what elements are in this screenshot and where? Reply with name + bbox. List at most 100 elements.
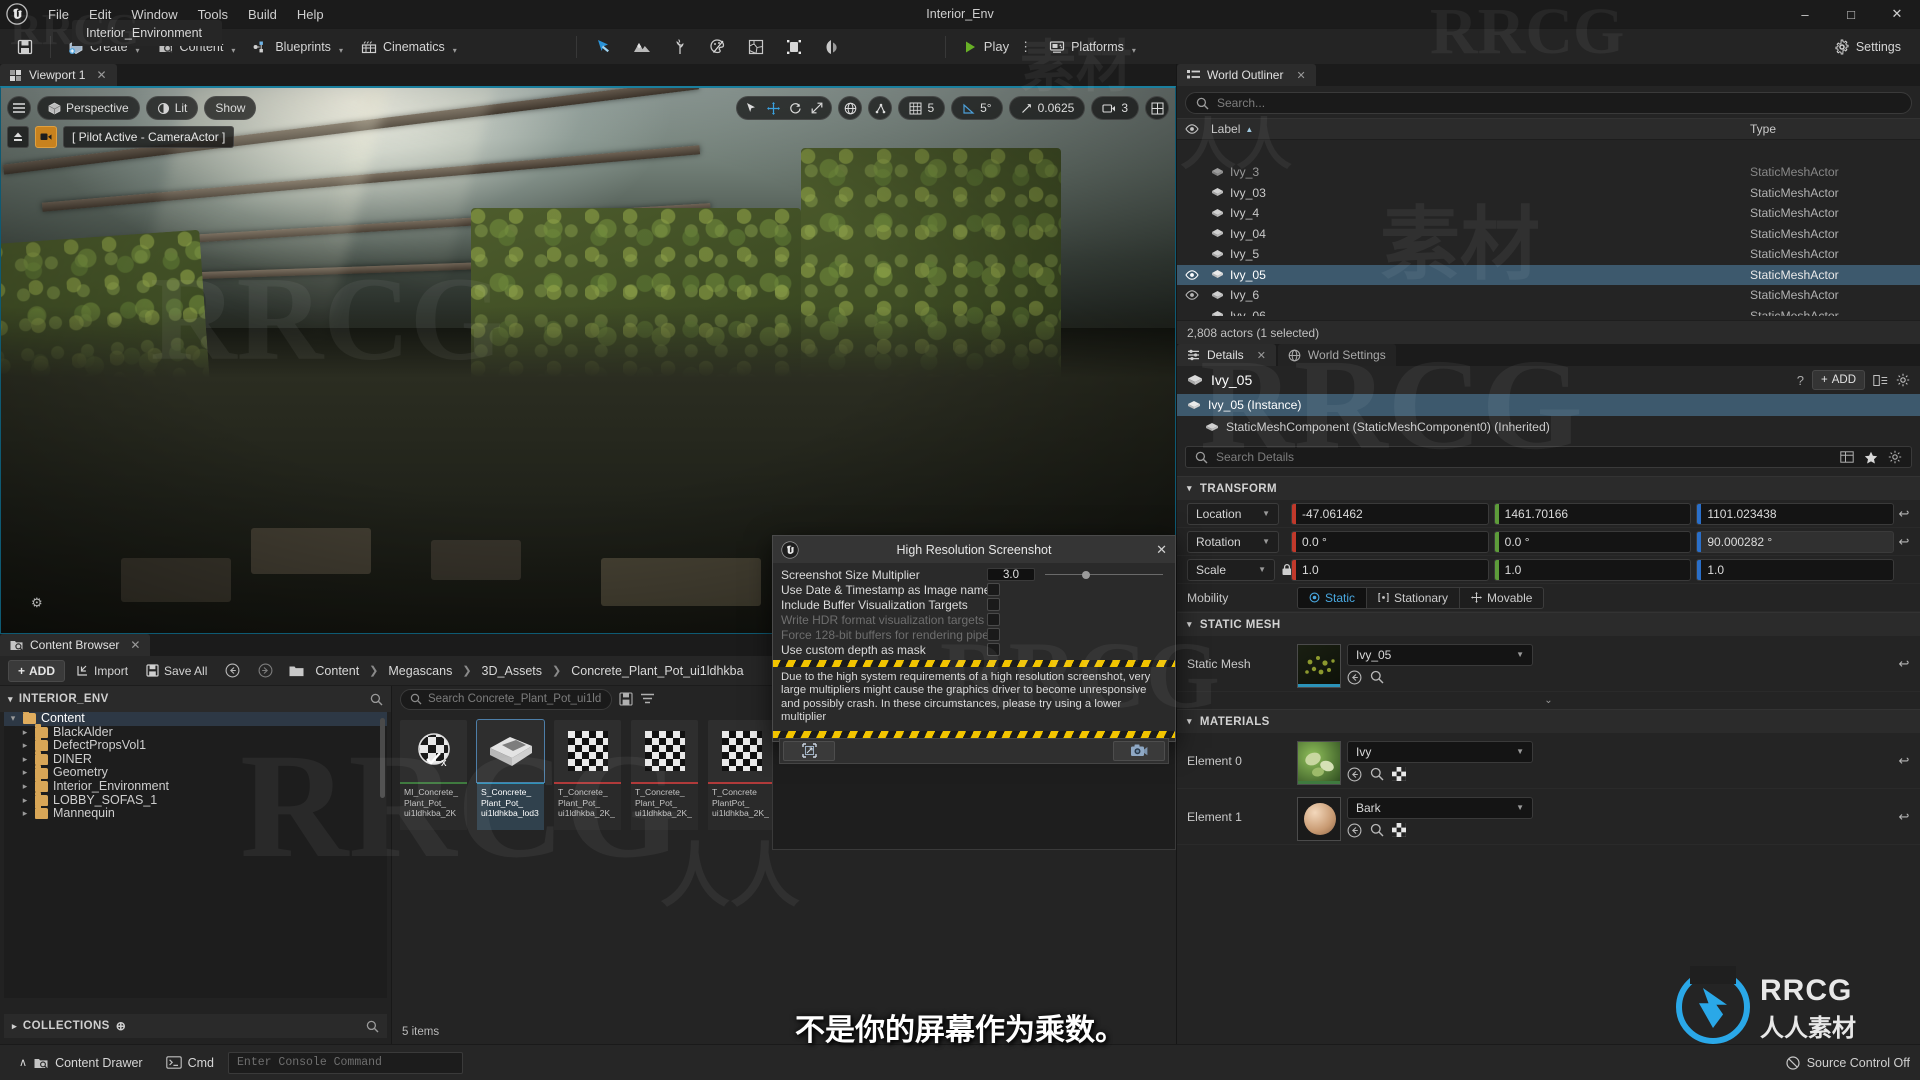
view-mode-selector[interactable]: Lit	[145, 96, 199, 120]
cmd-button[interactable]: Cmd	[160, 1056, 220, 1070]
tree-node-geometry[interactable]: ▸ Geometry	[4, 764, 387, 780]
table-row[interactable]: Ivy_4 StaticMeshActor	[1177, 203, 1920, 224]
settings-gear-icon[interactable]	[1888, 450, 1902, 464]
close-icon[interactable]: ✕	[96, 68, 106, 82]
add-collection-icon[interactable]: ⊕	[116, 1019, 126, 1033]
close-icon[interactable]: ✕	[1257, 349, 1266, 362]
pilot-status-chip[interactable]: [ Pilot Active - CameraActor ]	[63, 126, 235, 148]
select-tool-icon[interactable]	[741, 98, 761, 118]
mobility-static-option[interactable]: Static	[1298, 587, 1368, 608]
chevron-down-icon[interactable]: ▾	[8, 712, 18, 726]
gear-icon[interactable]	[1896, 373, 1910, 387]
tab-content-browser[interactable]: Content Browser ✕	[0, 634, 151, 656]
dialog-close-button[interactable]: ✕	[1156, 542, 1167, 558]
chevron-right-icon[interactable]: ▸	[20, 780, 30, 794]
search-icon[interactable]	[370, 693, 383, 706]
rotation-y-input[interactable]: 0.0 °	[1493, 530, 1692, 553]
minimize-button[interactable]: –	[1782, 0, 1828, 28]
row-visibility-toggle[interactable]	[1177, 290, 1207, 301]
brush-edit-mode-icon[interactable]	[781, 34, 807, 60]
maximize-button[interactable]: □	[1828, 0, 1874, 28]
revert-static-mesh-button[interactable]: ↩	[1894, 656, 1914, 672]
outliner-column-label[interactable]: Label ▲	[1207, 122, 1750, 136]
eject-pilot-button[interactable]	[7, 126, 29, 148]
revert-location-button[interactable]: ↩	[1894, 506, 1914, 522]
collections-header[interactable]: ▸ COLLECTIONS ⊕	[4, 1014, 387, 1038]
location-z-input[interactable]: 1101.023438	[1696, 502, 1895, 525]
add-asset-button[interactable]: + ADD	[8, 659, 66, 682]
scale-z-input[interactable]: 1.0	[1696, 558, 1895, 581]
mobility-movable-option[interactable]: Movable	[1460, 588, 1543, 608]
chevron-right-icon[interactable]: ▸	[20, 794, 30, 808]
asset-tile[interactable]: T_Concrete PlantPot_ ui1ldhkba_2K_	[708, 720, 775, 1016]
mobility-stationary-option[interactable]: Stationary	[1367, 587, 1461, 608]
viewport-layout-icon[interactable]	[1145, 96, 1169, 120]
rotate-tool-icon[interactable]	[785, 98, 805, 118]
close-window-button[interactable]: ✕	[1874, 0, 1920, 28]
play-button[interactable]: Play ⋮	[954, 35, 1040, 59]
landscape-mode-icon[interactable]	[629, 34, 655, 60]
tab-viewport-1[interactable]: Viewport 1 ✕	[0, 64, 117, 86]
material-thumbnail[interactable]	[1297, 796, 1341, 841]
revert-element-1-button[interactable]: ↩	[1894, 809, 1914, 825]
mesh-paint-mode-icon[interactable]	[705, 34, 731, 60]
checker-pattern-icon[interactable]	[1392, 767, 1406, 781]
fracture-mode-icon[interactable]	[743, 34, 769, 60]
foliage-mode-icon[interactable]	[667, 34, 693, 60]
chevron-right-icon[interactable]: ▸	[20, 726, 30, 740]
table-row[interactable]: Ivy_03 StaticMeshActor	[1177, 183, 1920, 204]
browse-icon[interactable]	[1347, 767, 1362, 782]
component-child-row[interactable]: StaticMeshComponent (StaticMeshComponent…	[1177, 416, 1920, 438]
location-dropdown[interactable]: Location ▼	[1187, 502, 1279, 525]
slider-handle[interactable]	[1081, 570, 1090, 579]
filters-icon[interactable]	[640, 692, 655, 706]
table-row[interactable]: Ivy_5 StaticMeshActor	[1177, 244, 1920, 265]
source-control-status[interactable]: Source Control Off	[1786, 1056, 1910, 1070]
screenshot-multiplier-input[interactable]: 3.0	[987, 568, 1035, 581]
tree-node-defectpropsvol1[interactable]: ▸ DefectPropsVol1	[4, 737, 387, 753]
breadcrumb-content[interactable]: Content	[311, 664, 363, 678]
close-icon[interactable]: ✕	[130, 638, 140, 652]
custom-depth-checkbox[interactable]	[987, 643, 1000, 656]
search-icon[interactable]	[1370, 670, 1384, 684]
split-view-icon[interactable]	[1873, 374, 1888, 387]
tab-details[interactable]: Details ✕	[1177, 344, 1276, 366]
console-command-input[interactable]: Enter Console Command	[228, 1051, 464, 1074]
table-row[interactable]: Ivy_06 StaticMeshActor	[1177, 306, 1920, 316]
tree-node-blackalder[interactable]: ▸ BlackAlder	[4, 723, 387, 740]
tree-node-diner[interactable]: ▸ DINER	[4, 751, 387, 767]
static-mesh-section-header[interactable]: ▾ STATIC MESH	[1177, 612, 1920, 636]
surface-snap-button[interactable]	[868, 96, 893, 120]
table-row[interactable]: Ivy_3 StaticMeshActor	[1177, 162, 1920, 183]
favorites-star-icon[interactable]	[1864, 450, 1878, 464]
import-button[interactable]: Import	[69, 660, 135, 682]
visibility-column-icon[interactable]	[1177, 124, 1207, 134]
play-options-icon[interactable]: ⋮	[1019, 39, 1032, 55]
static-mesh-expander-icon[interactable]: ⌄	[1177, 692, 1920, 709]
save-button[interactable]	[8, 33, 42, 61]
coordinate-space-button[interactable]	[838, 96, 863, 120]
location-x-input[interactable]: -47.061462	[1291, 502, 1489, 525]
static-mesh-thumbnail[interactable]	[1297, 643, 1341, 688]
tree-node-mannequin[interactable]: ▸ Mannequin	[4, 805, 387, 821]
row-visibility-toggle[interactable]	[1177, 269, 1207, 280]
platforms-button[interactable]: Platforms ▾	[1040, 33, 1145, 61]
chevron-right-icon[interactable]: ▸	[12, 1021, 17, 1032]
back-button[interactable]	[218, 660, 247, 682]
chevron-right-icon[interactable]: ▸	[20, 766, 30, 780]
scale-snap-control[interactable]: 0.0625	[1008, 96, 1086, 120]
help-icon[interactable]: ?	[1797, 373, 1804, 388]
tree-scrollbar[interactable]	[380, 718, 385, 798]
capture-region-button[interactable]	[783, 740, 835, 761]
scale-x-input[interactable]: 1.0	[1291, 558, 1489, 581]
chevron-right-icon[interactable]: ▸	[20, 807, 30, 821]
buffer-visualization-checkbox[interactable]	[987, 598, 1000, 611]
tab-world-outliner[interactable]: World Outliner ✕	[1177, 64, 1316, 86]
rotation-dropdown[interactable]: Rotation ▼	[1187, 530, 1279, 553]
outliner-column-type[interactable]: Type	[1750, 122, 1920, 136]
asset-search-input[interactable]: Search Concrete_Plant_Pot_ui1ld	[400, 688, 612, 710]
scale-y-input[interactable]: 1.0	[1493, 558, 1692, 581]
save-search-icon[interactable]	[619, 692, 633, 706]
asset-tile[interactable]: T_Concrete_ Plant_Pot_ ui1ldhkba_2K_	[631, 720, 698, 1016]
show-menu-button[interactable]: Show	[204, 96, 257, 120]
